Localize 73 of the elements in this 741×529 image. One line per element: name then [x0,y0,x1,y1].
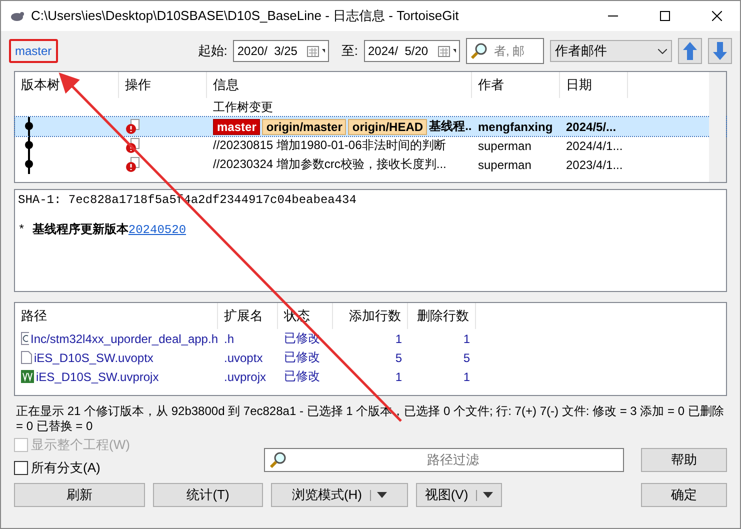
dialog-button[interactable]: 帮助 [641,448,727,472]
column-header[interactable]: 信息 [207,72,472,98]
maximize-icon [660,11,670,21]
added-cell-text: 1 [394,370,403,384]
added-cell-text: 5 [394,350,403,364]
commit-message: //20230815 增加1980-01-06非法时间的判断 [213,137,446,154]
ref-tag: origin/master [262,118,346,134]
file-path: iES_D10S_SW.uvprojx [36,370,159,384]
status-cell-text: 已修改 [283,349,321,366]
branch-link[interactable]: master [9,39,58,63]
caret-icon[interactable] [370,490,388,500]
calendar-dropdown-icon[interactable] [438,45,456,57]
from-label: 起始: [198,42,228,60]
file-path: iES_D10S_SW.uvoptx [34,350,154,364]
column-header[interactable]: 删除行数 [408,303,476,329]
commit-message: //20230324 增加参数crc校验，接收长度判... [213,156,446,173]
window-title: C:\Users\ies\Desktop\D10SBASE\D10S_BaseLine - 日志信息 - TortoiseGit [31,7,460,25]
calendar-dropdown-icon[interactable] [307,45,326,57]
date-cell-text: 2024/4/1... [565,138,624,152]
column-header[interactable]: 版本树 [15,72,119,98]
column-header[interactable]: 操作 [119,72,207,98]
checkbox[interactable]: 所有分支(A) [14,459,254,477]
dialog-button[interactable]: 视图(V) [416,483,502,507]
commit-message-text: *基线程序更新版本20240520 [18,222,188,238]
down-arrow-button[interactable] [708,38,732,64]
removed-cell-text: 5 [462,350,471,364]
removed-cell-text: 1 [462,370,471,384]
column-header[interactable]: 添加行数 [333,303,408,329]
column-header[interactable]: 日期 [560,72,628,98]
project-file-icon [21,370,34,383]
close-icon [712,11,722,21]
file-icon [21,351,32,364]
chevron-icon [658,48,667,54]
c-file-icon [21,332,29,345]
dialog-button[interactable]: 浏览模式(H) [271,483,408,507]
commit-message: 基线程... [429,118,472,135]
date-cell-text: 2024/5/... [565,120,618,134]
to-date-field[interactable]: 2024/ 5/20 [364,40,460,62]
from-date-field[interactable]: 2020/ 3/25 [233,40,330,62]
dialog-button[interactable]: 刷新 [14,483,145,507]
author-cell-text: superman [477,158,532,172]
caret-icon[interactable] [476,490,494,500]
extension-cell-text: .h [223,332,236,346]
dialog-button[interactable]: 统计(T) [153,483,263,507]
to-label: 至: [341,42,358,60]
status-cell-text: 已修改 [283,368,321,385]
column-header[interactable]: 路径 [15,303,218,329]
search-icon [269,451,287,469]
modified-icon [125,138,141,154]
extension-cell-text: .uvprojx [223,370,268,384]
up-arrow-button[interactable] [678,38,702,64]
search-field[interactable]: 者, 邮 [466,38,544,64]
added-cell-text: 1 [394,332,403,346]
path-filter-field[interactable]: 路径过滤 [264,448,624,472]
column-header[interactable]: 作者 [472,72,560,98]
removed-cell-text: 1 [462,332,471,346]
commit-message: 工作树变更 [213,99,273,116]
dialog-button[interactable]: 确定 [641,483,727,507]
extension-cell-text: .uvoptx [223,350,264,364]
author-cell-text: mengfanxing [477,120,554,134]
modified-icon [125,156,141,172]
scrollbar[interactable] [709,72,726,182]
commit-link[interactable]: 20240520 [128,223,186,237]
ref-tag: master [213,118,260,134]
file-row[interactable]: iES_D10S_SW.uvprojx .uvprojx 已修改 1 1 [15,367,726,386]
file-row[interactable]: iES_D10S_SW.uvoptx .uvoptx 已修改 5 5 [15,348,726,367]
author-cell-text: superman [477,138,532,152]
ref-tag: origin/HEAD [348,118,428,134]
date-cell-text: 2023/4/1... [565,158,624,172]
filter-dropdown[interactable]: 作者邮件 [550,40,672,62]
file-path: Inc/stm32l4xx_uporder_deal_app.h [30,332,218,346]
column-header[interactable]: 扩展名 [218,303,278,329]
modified-icon [125,118,141,134]
